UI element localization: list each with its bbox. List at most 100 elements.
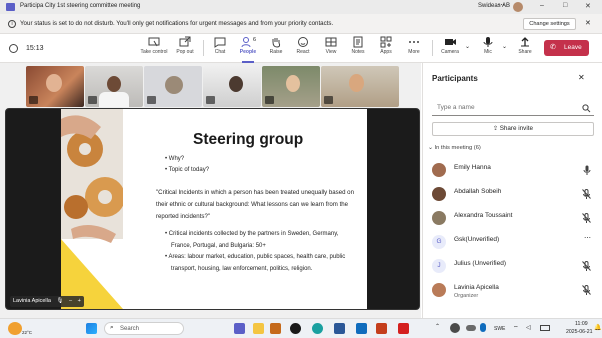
edge-browser-icon[interactable]: [312, 323, 323, 334]
avatar: [432, 163, 446, 177]
raise-button[interactable]: Raise: [262, 36, 290, 55]
mic-options-chevron-icon[interactable]: ⌄: [502, 43, 507, 50]
word-app-icon[interactable]: [334, 323, 345, 334]
taskview-app-icon[interactable]: [270, 323, 281, 334]
taskbar-search-input[interactable]: ⌕ Search: [104, 322, 184, 335]
participant-row[interactable]: Abdallah Sobeih: [432, 183, 597, 207]
react-icon: [298, 37, 308, 47]
tile-participant-head: [107, 76, 121, 92]
chat-label: Chat: [214, 49, 226, 55]
mic-icon: [483, 37, 493, 47]
view-button[interactable]: View: [317, 36, 345, 55]
participant-search-input[interactable]: Type a name: [432, 101, 594, 116]
mic-button[interactable]: Mic: [474, 36, 502, 55]
video-tile[interactable]: [321, 66, 399, 107]
chat-icon: [214, 37, 226, 48]
banner-close-icon[interactable]: ✕: [585, 19, 591, 27]
maximize-icon[interactable]: □: [563, 2, 567, 9]
acrobat-app-icon[interactable]: [398, 323, 409, 334]
participant-row[interactable]: J Julius (Unverified): [432, 255, 597, 279]
share-icon: [521, 37, 529, 47]
participant-name: Alexandra Toussaint: [454, 212, 513, 219]
share-invite-button[interactable]: ⇪ Share invite: [432, 122, 594, 136]
slide-bullet-text: Why?: [168, 156, 185, 162]
slide-bullet-text: Areas: labour market, education, public …: [168, 254, 346, 272]
participant-row[interactable]: Lavinia Apicella Organizer: [432, 279, 597, 307]
battery-icon[interactable]: [540, 325, 550, 331]
more-icon: [409, 41, 419, 43]
tray-app-icon[interactable]: [450, 323, 460, 333]
share-invite-icon: ⇪: [493, 126, 500, 132]
slide-bullet: • Topic of today?: [165, 167, 210, 173]
tray-chevron-icon[interactable]: ⌃: [435, 323, 440, 330]
notification-bell-icon[interactable]: 🔔: [594, 324, 601, 331]
video-tile[interactable]: [203, 66, 261, 107]
video-tile[interactable]: [262, 66, 320, 107]
plus-icon[interactable]: +: [78, 298, 81, 304]
take-control-icon: [148, 37, 160, 47]
participant-row[interactable]: G Gsk(Unverified) ⋯: [432, 231, 597, 255]
search-icon: ⌕: [110, 324, 114, 331]
participant-row[interactable]: Alexandra Toussaint: [432, 207, 597, 231]
in-meeting-section-header[interactable]: ⌄ In this meeting (6): [428, 145, 481, 151]
video-tile[interactable]: [85, 66, 143, 107]
chat-button[interactable]: Chat: [206, 36, 234, 55]
muted-mic-icon: [88, 96, 97, 104]
leave-button[interactable]: ✆ Leave: [544, 40, 589, 56]
tile-participant-head: [349, 74, 364, 92]
dell-app-icon[interactable]: [290, 323, 301, 334]
outlook-app-icon[interactable]: [356, 323, 367, 334]
share-button[interactable]: Share: [511, 36, 539, 55]
apps-button[interactable]: Apps: [372, 36, 400, 55]
user-avatar[interactable]: [513, 2, 523, 12]
pop-out-icon: [179, 36, 191, 47]
slide-bullet: • Critical incidents collected by the pa…: [165, 231, 339, 249]
tray-onedrive-icon[interactable]: [466, 325, 476, 331]
avatar: [432, 283, 446, 297]
pop-out-label: Pop out: [176, 49, 194, 55]
shared-screen[interactable]: Steering group • Why? • Topic of today? …: [5, 108, 420, 310]
mic-label: Mic: [484, 49, 492, 55]
weather-widget[interactable]: [8, 322, 22, 335]
powerpoint-app-icon[interactable]: [376, 323, 387, 334]
minus-icon[interactable]: –: [69, 298, 72, 304]
video-tile[interactable]: [144, 66, 202, 107]
file-explorer-icon[interactable]: [253, 323, 264, 334]
camera-button[interactable]: Camera: [436, 36, 464, 55]
more-icon[interactable]: ⋯: [584, 234, 591, 242]
tray-mic-icon[interactable]: [480, 323, 486, 332]
people-button[interactable]: 6 People: [234, 36, 262, 63]
mic-off-icon: [582, 213, 591, 223]
tile-avatar: [165, 76, 183, 94]
take-control-label: Take control: [140, 49, 168, 55]
close-icon[interactable]: ✕: [585, 2, 591, 10]
teams-logo-icon: [6, 3, 15, 11]
participant-name: Gsk(Unverified): [454, 236, 500, 243]
more-button[interactable]: More: [400, 36, 428, 55]
raise-label: Raise: [269, 49, 283, 55]
leave-label: Leave: [564, 44, 582, 51]
org-name[interactable]: Swideas AB: [478, 3, 510, 9]
clock-time[interactable]: 11:09: [575, 321, 588, 327]
notes-button[interactable]: Notes: [344, 36, 372, 55]
clock-date[interactable]: 2025-06-21: [566, 329, 593, 335]
close-panel-icon[interactable]: ✕: [578, 73, 585, 82]
participant-row[interactable]: Emily Hanna: [432, 159, 597, 183]
camera-options-chevron-icon[interactable]: ⌄: [465, 43, 470, 50]
pop-out-button[interactable]: Pop out: [171, 36, 199, 55]
take-control-button[interactable]: Take control: [140, 36, 168, 55]
minimize-icon[interactable]: –: [540, 2, 544, 9]
video-tile[interactable]: [26, 66, 84, 107]
avatar: G: [432, 235, 446, 249]
language-indicator[interactable]: SWE: [494, 326, 505, 332]
more-options-icon[interactable]: ⋯: [498, 1, 505, 9]
windows-start-icon[interactable]: [86, 323, 97, 334]
meeting-timer: 15:13: [26, 45, 44, 52]
wifi-icon[interactable]: ⌔: [513, 324, 519, 332]
change-settings-button[interactable]: Change settings: [523, 18, 576, 30]
react-button[interactable]: React: [289, 36, 317, 55]
slide-bullets-bottom: • Critical incidents collected by the pa…: [165, 229, 353, 275]
speaker-icon[interactable]: ◁: [526, 324, 531, 331]
camera-label: Camera: [441, 49, 459, 55]
teams-app-icon[interactable]: [234, 323, 245, 334]
